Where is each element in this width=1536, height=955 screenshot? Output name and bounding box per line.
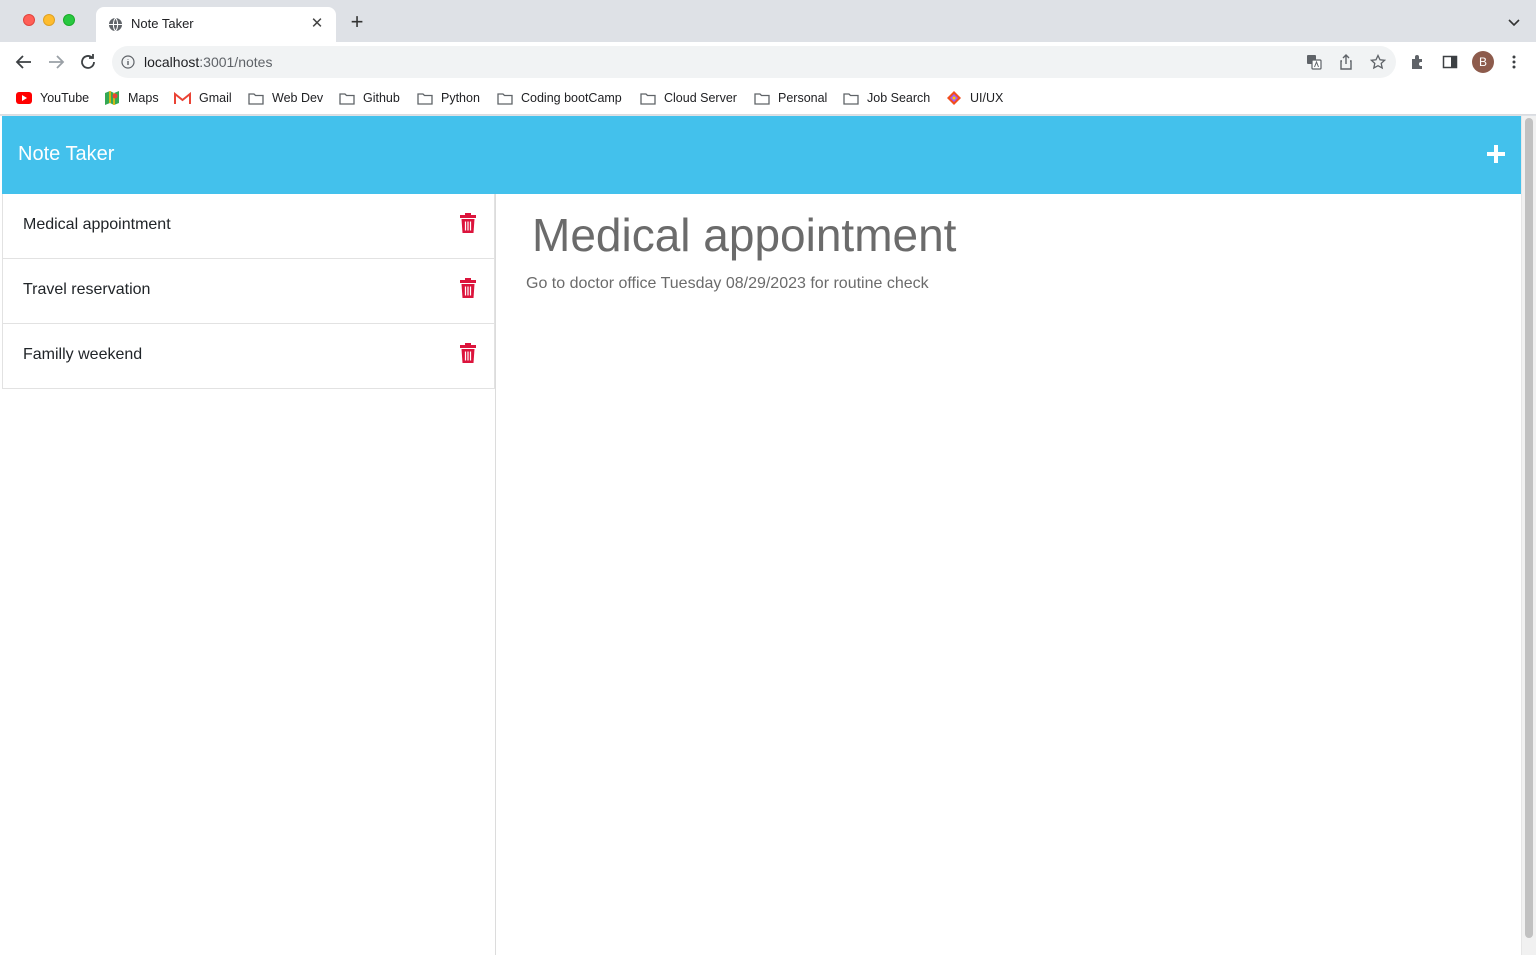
chevron-down-icon[interactable] xyxy=(1506,14,1522,30)
folder-icon xyxy=(640,92,656,105)
note-list-title[interactable]: Medical appointment xyxy=(23,216,171,234)
bookmark-label: Job Search xyxy=(867,91,931,105)
page-scrollbar[interactable] xyxy=(1521,116,1536,955)
browser-tab-strip: Note Taker ✕ + xyxy=(0,0,1536,42)
note-title-input[interactable]: Medical appointment xyxy=(532,208,956,262)
minimize-window-button[interactable] xyxy=(43,14,55,26)
folder-icon xyxy=(248,92,264,105)
bookmark-web-dev[interactable]: Web Dev xyxy=(248,89,323,107)
bookmark-maps[interactable]: Maps xyxy=(104,89,159,107)
bookmark-label: Github xyxy=(363,91,400,105)
page-viewport: Note Taker Medical appointment Travel re… xyxy=(0,116,1536,955)
bookmark-label: Gmail xyxy=(199,91,232,105)
side-panel-icon[interactable] xyxy=(1442,54,1458,70)
folder-icon xyxy=(754,92,770,105)
trash-icon[interactable] xyxy=(459,278,477,298)
bookmark-label: Personal xyxy=(778,91,828,105)
more-menu-icon[interactable] xyxy=(1506,54,1522,70)
bookmark-coding-bootcamp[interactable]: Coding bootCamp xyxy=(497,89,622,107)
folder-icon xyxy=(339,92,355,105)
close-tab-icon[interactable]: ✕ xyxy=(308,15,326,33)
bookmark-ui-ux[interactable]: UI/UX xyxy=(946,89,1003,107)
bookmark-youtube[interactable]: YouTube xyxy=(16,89,89,107)
new-note-plus-icon[interactable] xyxy=(1485,143,1507,165)
bookmark-cloud-server[interactable]: Cloud Server xyxy=(640,89,737,107)
note-list-title[interactable]: Travel reservation xyxy=(23,281,150,299)
youtube-icon xyxy=(16,92,32,104)
gmail-icon xyxy=(174,91,191,104)
folder-icon xyxy=(843,92,859,105)
extensions-puzzle-icon[interactable] xyxy=(1410,54,1426,70)
bookmark-job-search[interactable]: Job Search xyxy=(843,89,930,107)
folder-icon xyxy=(417,92,433,105)
app-header: Note Taker xyxy=(2,116,1521,194)
forward-arrow-icon[interactable] xyxy=(44,50,68,74)
note-list: Medical appointment Travel reservation F… xyxy=(2,194,495,389)
note-editor: Medical appointment Go to doctor office … xyxy=(496,194,1521,955)
bookmark-personal[interactable]: Personal xyxy=(754,89,827,107)
bookmark-label: YouTube xyxy=(40,91,90,105)
note-list-item[interactable]: Familly weekend xyxy=(2,324,495,389)
note-list-item[interactable]: Medical appointment xyxy=(2,194,495,259)
figma-diamond-icon xyxy=(947,91,961,105)
reload-icon[interactable] xyxy=(76,50,100,74)
back-arrow-icon[interactable] xyxy=(12,50,36,74)
browser-toolbar: localhost:3001/notes B xyxy=(0,42,1536,82)
profile-avatar[interactable]: B xyxy=(1472,51,1494,73)
site-info-icon[interactable] xyxy=(121,55,135,69)
folder-icon xyxy=(497,92,513,105)
bookmark-label: Python xyxy=(441,91,480,105)
bookmark-python[interactable]: Python xyxy=(417,89,480,107)
maximize-window-button[interactable] xyxy=(63,14,75,26)
new-tab-button[interactable]: + xyxy=(346,11,368,34)
bookmark-star-icon[interactable] xyxy=(1370,54,1386,70)
note-text-area[interactable]: Go to doctor office Tuesday 08/29/2023 f… xyxy=(526,275,929,293)
bookmarks-bar: YouTube Maps Gmail Web Dev Github Python… xyxy=(0,82,1536,115)
bookmark-label: Maps xyxy=(128,91,159,105)
browser-tab[interactable]: Note Taker ✕ xyxy=(96,7,336,42)
translate-icon[interactable] xyxy=(1306,54,1322,70)
notes-sidebar: Medical appointment Travel reservation F… xyxy=(2,194,496,955)
bookmark-label: Coding bootCamp xyxy=(521,91,622,105)
bookmark-label: Cloud Server xyxy=(664,91,737,105)
bookmark-gmail[interactable]: Gmail xyxy=(174,89,232,107)
maps-icon xyxy=(105,91,119,105)
url-host: localhost xyxy=(144,54,200,70)
note-list-item[interactable]: Travel reservation xyxy=(2,259,495,324)
tab-title: Note Taker xyxy=(131,16,194,31)
globe-icon xyxy=(108,17,123,32)
scrollbar-thumb[interactable] xyxy=(1525,118,1533,938)
app-title[interactable]: Note Taker xyxy=(18,143,114,166)
trash-icon[interactable] xyxy=(459,213,477,233)
note-list-title[interactable]: Familly weekend xyxy=(23,346,142,364)
close-window-button[interactable] xyxy=(23,14,35,26)
bookmark-label: UI/UX xyxy=(970,91,1004,105)
bookmark-label: Web Dev xyxy=(272,91,324,105)
address-bar[interactable]: localhost:3001/notes xyxy=(112,46,1396,78)
share-icon[interactable] xyxy=(1338,54,1354,70)
bookmark-github[interactable]: Github xyxy=(339,89,400,107)
url-path: :3001/notes xyxy=(199,54,273,70)
trash-icon[interactable] xyxy=(459,343,477,363)
url-text[interactable]: localhost:3001/notes xyxy=(144,54,272,70)
